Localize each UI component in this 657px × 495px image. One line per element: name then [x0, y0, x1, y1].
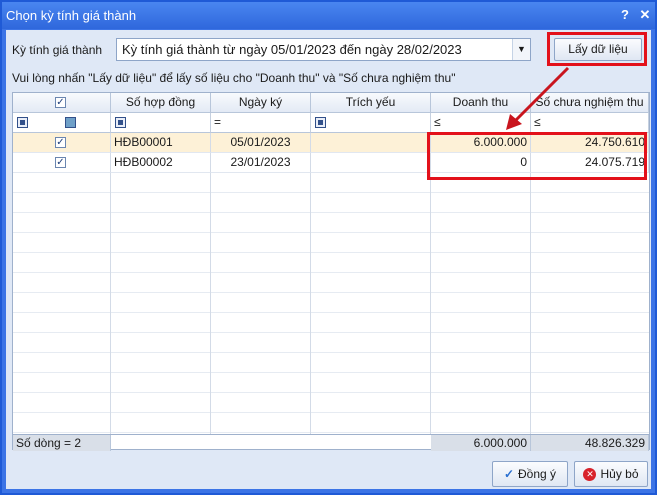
filter-cell-select[interactable] — [13, 113, 111, 133]
title-bar: Chọn kỳ tính giá thành ? ✕ — [2, 2, 655, 29]
header-select-all[interactable]: ✓ — [13, 93, 111, 113]
cell-contract-number[interactable]: HĐB00002 — [111, 153, 211, 173]
cell-sign-date[interactable]: 23/01/2023 — [211, 153, 311, 173]
close-icon[interactable]: ✕ — [636, 6, 654, 24]
row-checkbox[interactable]: ✓ — [55, 137, 66, 148]
row-checkbox[interactable]: ✓ — [55, 157, 66, 168]
filter-mode-icon[interactable] — [17, 117, 28, 128]
dialog-body: Kỳ tính giá thành Kỳ tính giá thành từ n… — [6, 30, 651, 489]
cancel-icon: ✕ — [583, 468, 597, 482]
header-contract-number[interactable]: Số hợp đồng — [111, 93, 211, 113]
unaccepted-total: 48.826.329 — [531, 435, 649, 451]
table-row-1-select[interactable]: ✓ — [13, 133, 111, 153]
period-select-value: Kỳ tính giá thành từ ngày 05/01/2023 đến… — [122, 42, 462, 57]
arrow-annotation — [506, 66, 570, 130]
header-sign-date[interactable]: Ngày ký — [211, 93, 311, 113]
period-select[interactable]: Kỳ tính giá thành từ ngày 05/01/2023 đến… — [116, 38, 531, 61]
period-label: Kỳ tính giá thành — [12, 43, 103, 57]
filter-operator-lte[interactable]: ≤ — [434, 115, 441, 129]
row-count: Số dòng = 2 — [13, 435, 111, 451]
filter-summary[interactable] — [311, 113, 431, 133]
table-row-2-select[interactable]: ✓ — [13, 153, 111, 173]
dialog-title: Chọn kỳ tính giá thành — [6, 8, 137, 23]
cancel-button[interactable]: ✕ Hủy bỏ — [574, 461, 648, 487]
chevron-down-icon[interactable]: ▼ — [512, 39, 530, 60]
dialog-window: Chọn kỳ tính giá thành ? ✕ Kỳ tính giá t… — [0, 0, 657, 495]
empty-rows-grid — [13, 173, 649, 449]
check-icon: ✓ — [503, 467, 515, 481]
hint-text: Vui lòng nhấn "Lấy dữ liệu" để lấy số li… — [12, 71, 456, 85]
cell-sign-date[interactable]: 05/01/2023 — [211, 133, 311, 153]
cancel-button-label: Hủy bỏ — [600, 467, 639, 481]
ok-button-label: Đồng ý — [518, 467, 557, 481]
ok-button[interactable]: ✓ Đồng ý — [492, 461, 568, 487]
highlight-fetch-button — [547, 32, 647, 66]
select-all-checkbox[interactable]: ✓ — [55, 97, 66, 108]
filter-operator-equals[interactable]: = — [214, 115, 221, 129]
cell-summary[interactable] — [311, 153, 431, 173]
revenue-total: 6.000.000 — [431, 435, 531, 451]
highlight-values — [427, 132, 647, 180]
header-summary[interactable]: Trích yếu — [311, 93, 431, 113]
filter-contract-number[interactable] — [111, 113, 211, 133]
cell-summary[interactable] — [311, 133, 431, 153]
grid-footer: Số dòng = 2 6.000.000 48.826.329 — [12, 434, 650, 451]
help-icon[interactable]: ? — [616, 6, 634, 24]
filter-sign-date[interactable]: = — [211, 113, 311, 133]
filter-mode-icon[interactable] — [115, 117, 126, 128]
filter-mode-icon[interactable] — [315, 117, 326, 128]
cell-contract-number[interactable]: HĐB00001 — [111, 133, 211, 153]
filter-options-icon[interactable] — [65, 117, 76, 128]
